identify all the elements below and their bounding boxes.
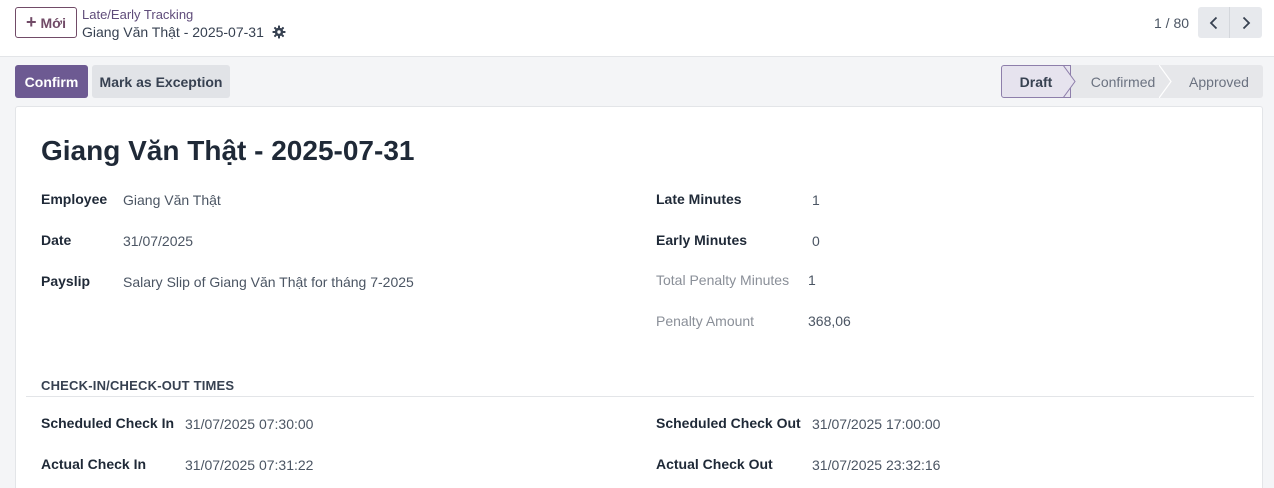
- scheduled-check-out-field[interactable]: 31/07/2025 17:00:00: [812, 416, 940, 432]
- payslip-field[interactable]: Salary Slip of Giang Văn Thật for tháng …: [123, 274, 414, 290]
- total-penalty-minutes-label: Total Penalty Minutes: [656, 272, 790, 288]
- gear-icon[interactable]: [272, 25, 286, 39]
- employee-field[interactable]: Giang Văn Thật: [123, 192, 221, 208]
- plus-icon: +: [25, 11, 37, 32]
- pager-value[interactable]: 1 / 80: [1154, 15, 1189, 31]
- scheduled-check-out-label: Scheduled Check Out: [656, 415, 801, 431]
- payslip-label: Payslip: [41, 273, 91, 289]
- stage-separator-arrow: [1159, 65, 1172, 98]
- chevron-left-icon: [1209, 16, 1217, 29]
- chevron-right-icon: [1242, 16, 1251, 29]
- scheduled-check-in-label: Scheduled Check In: [41, 415, 175, 431]
- new-button-label: Mới: [40, 14, 67, 31]
- stage-approved[interactable]: Approved: [1163, 65, 1263, 98]
- pager-previous-button[interactable]: [1198, 7, 1230, 38]
- record-title: Giang Văn Thật - 2025-07-31: [41, 135, 415, 166]
- section-divider: [26, 396, 1254, 397]
- mark-as-exception-button[interactable]: Mark as Exception: [92, 65, 230, 98]
- new-record-button[interactable]: + Mới: [15, 7, 77, 38]
- scheduled-check-in-field[interactable]: 31/07/2025 07:30:00: [185, 416, 313, 432]
- breadcrumb-current-label: Giang Văn Thật - 2025-07-31: [82, 24, 264, 40]
- penalty-amount-value: 368,06: [808, 313, 851, 329]
- employee-label: Employee: [41, 191, 108, 207]
- actual-check-out-field[interactable]: 31/07/2025 23:32:16: [812, 457, 940, 473]
- stage-separator-arrow: [1063, 65, 1076, 98]
- penalty-amount-label: Penalty Amount: [656, 313, 755, 329]
- total-penalty-minutes-value: 1: [808, 272, 816, 288]
- stage-confirmed[interactable]: Confirmed: [1063, 65, 1173, 98]
- breadcrumb-current: Giang Văn Thật - 2025-07-31: [82, 23, 286, 41]
- actual-check-in-label: Actual Check In: [41, 456, 147, 472]
- breadcrumb-parent-link[interactable]: Late/Early Tracking: [82, 7, 286, 22]
- confirm-button[interactable]: Confirm: [15, 65, 88, 98]
- actual-check-out-label: Actual Check Out: [656, 456, 773, 472]
- actual-check-in-field[interactable]: 31/07/2025 07:31:22: [185, 457, 313, 473]
- stage-draft[interactable]: Draft: [1001, 65, 1071, 98]
- early-minutes-label: Early Minutes: [656, 232, 748, 248]
- pager-next-button[interactable]: [1230, 7, 1262, 38]
- breadcrumb: Late/Early Tracking Giang Văn Thật - 202…: [82, 7, 286, 41]
- late-minutes-label: Late Minutes: [656, 191, 742, 207]
- early-minutes-field[interactable]: 0: [812, 233, 820, 249]
- date-field[interactable]: 31/07/2025: [123, 233, 193, 249]
- control-panel: + Mới Late/Early Tracking Giang Văn Thật…: [0, 0, 1274, 57]
- late-minutes-field[interactable]: 1: [812, 192, 820, 208]
- section-title-check-times: CHECK-IN/CHECK-OUT TIMES: [41, 378, 235, 393]
- pager-buttons: [1198, 7, 1262, 38]
- status-bar: Approved Confirmed Draft: [1001, 65, 1263, 98]
- date-label: Date: [41, 232, 72, 248]
- form-sheet: Giang Văn Thật - 2025-07-31 Employee Gia…: [15, 106, 1263, 488]
